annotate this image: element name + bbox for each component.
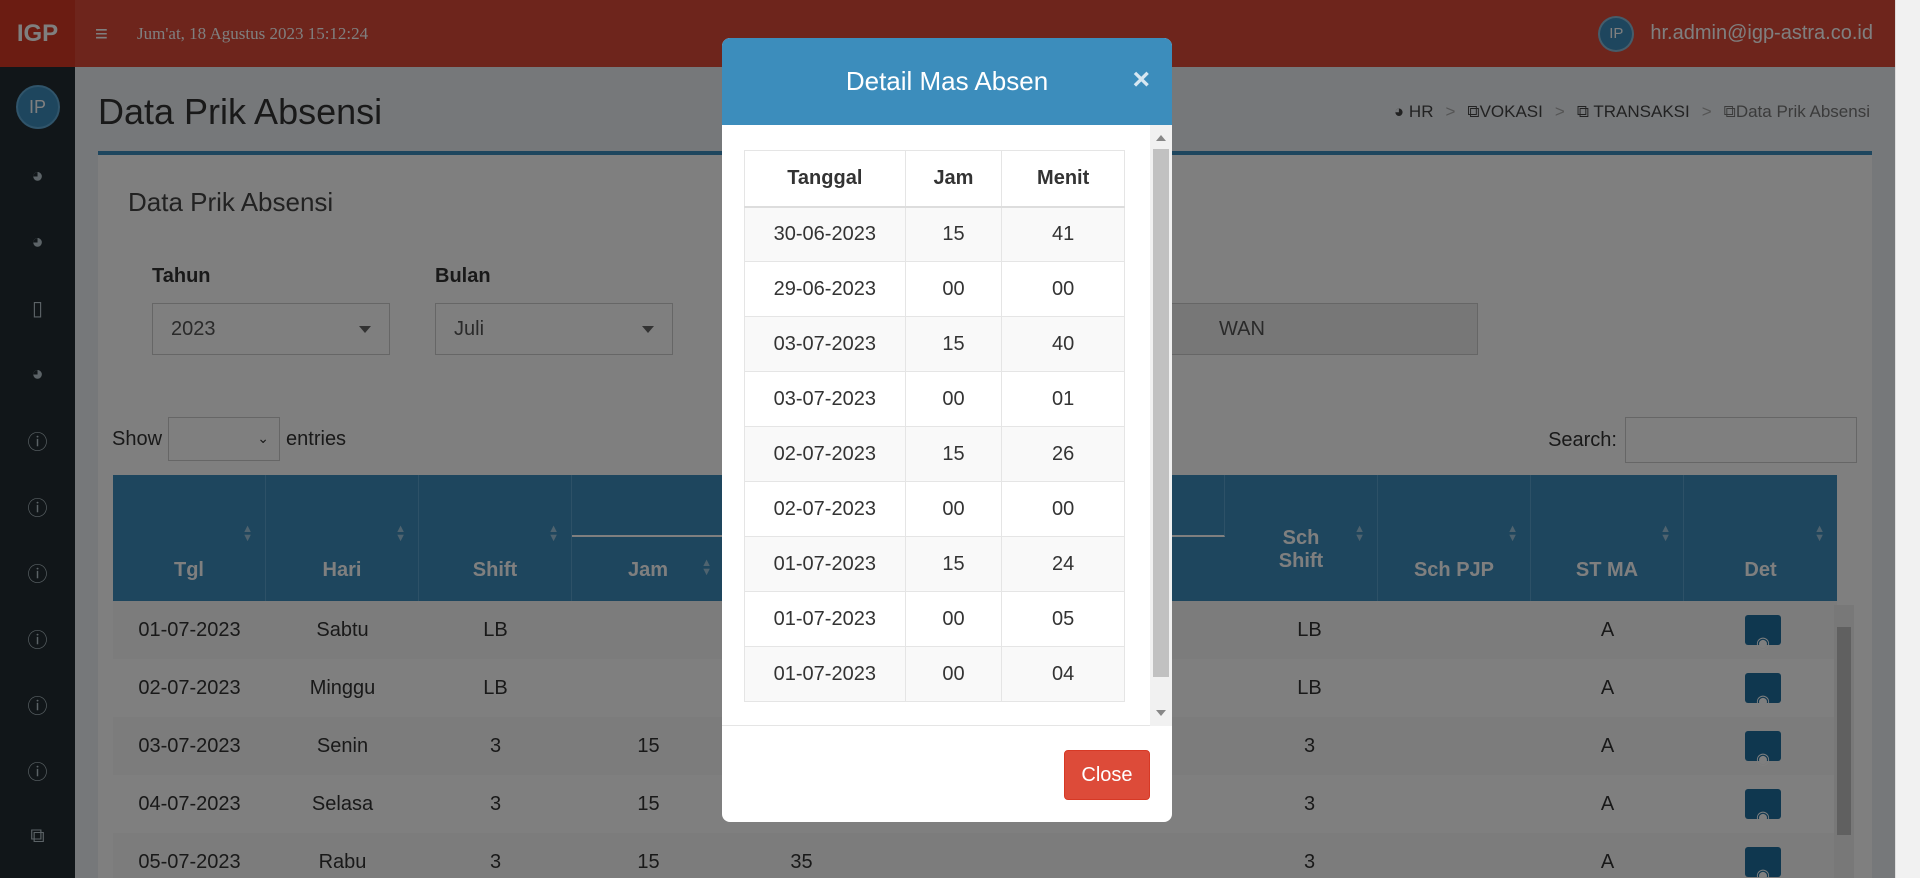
cell-tanggal: 01-07-2023 [744, 646, 906, 702]
modal-header: Detail Mas Absen × [722, 38, 1172, 125]
detail-row: 01-07-2023 00 04 [744, 646, 1125, 702]
detail-row: 03-07-2023 00 01 [744, 371, 1125, 427]
detail-row: 01-07-2023 00 05 [744, 591, 1125, 647]
cell-tanggal: 29-06-2023 [744, 261, 906, 317]
cell-tanggal: 30-06-2023 [744, 206, 906, 262]
page-scrollbar[interactable] [1895, 0, 1920, 878]
th-menit: Menit [1001, 150, 1125, 208]
cell-menit: 01 [1001, 371, 1125, 427]
cell-menit: 41 [1001, 206, 1125, 262]
detail-row: 02-07-2023 00 00 [744, 481, 1125, 537]
cell-jam: 15 [904, 426, 1003, 482]
cell-jam: 00 [904, 371, 1003, 427]
modal-title: Detail Mas Absen [845, 66, 1049, 96]
detail-table: Tanggal Jam Menit 30-06-2023 15 41 29-06-2… [744, 150, 1125, 702]
cell-jam: 00 [904, 591, 1003, 647]
cell-jam: 15 [904, 536, 1003, 592]
th-tanggal: Tanggal [744, 150, 906, 208]
cell-tanggal: 01-07-2023 [744, 536, 906, 592]
cell-menit: 24 [1001, 536, 1125, 592]
cell-tanggal: 02-07-2023 [744, 426, 906, 482]
detail-modal: Detail Mas Absen × Tanggal Jam Menit 30-… [722, 38, 1172, 822]
close-icon[interactable]: × [1132, 63, 1150, 97]
cell-tanggal: 02-07-2023 [744, 481, 906, 537]
cell-menit: 00 [1001, 261, 1125, 317]
cell-tanggal: 03-07-2023 [744, 316, 906, 372]
detail-row: 30-06-2023 15 41 [744, 206, 1125, 262]
cell-menit: 05 [1001, 591, 1125, 647]
cell-tanggal: 03-07-2023 [744, 371, 906, 427]
cell-menit: 40 [1001, 316, 1125, 372]
cell-jam: 00 [904, 481, 1003, 537]
detail-row: 29-06-2023 00 00 [744, 261, 1125, 317]
close-button[interactable]: Close [1064, 750, 1150, 800]
cell-tanggal: 01-07-2023 [744, 591, 906, 647]
cell-menit: 26 [1001, 426, 1125, 482]
cell-jam: 00 [904, 261, 1003, 317]
th-jam: Jam [904, 150, 1003, 208]
scroll-down-arrow-icon[interactable] [1156, 710, 1166, 716]
detail-table-header: Tanggal Jam Menit [744, 150, 1125, 208]
detail-row: 02-07-2023 15 26 [744, 426, 1125, 482]
scroll-up-arrow-icon[interactable] [1156, 135, 1166, 141]
cell-menit: 00 [1001, 481, 1125, 537]
modal-scrollbar[interactable] [1150, 125, 1172, 726]
cell-jam: 00 [904, 646, 1003, 702]
detail-row: 01-07-2023 15 24 [744, 536, 1125, 592]
cell-jam: 15 [904, 206, 1003, 262]
scrollbar-thumb[interactable] [1153, 149, 1169, 677]
cell-jam: 15 [904, 316, 1003, 372]
modal-body: Tanggal Jam Menit 30-06-2023 15 41 29-06-2… [722, 125, 1172, 726]
cell-menit: 04 [1001, 646, 1125, 702]
detail-row: 03-07-2023 15 40 [744, 316, 1125, 372]
